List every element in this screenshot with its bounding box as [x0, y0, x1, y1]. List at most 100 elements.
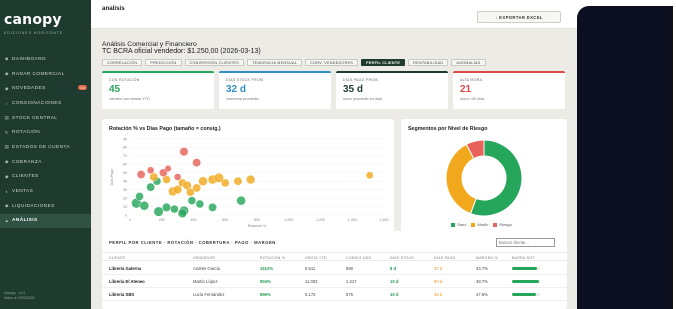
section-title: Análisis Comercial y Financiero [102, 41, 197, 48]
export-excel-button[interactable]: ↓ EXPORTAR EXCEL [477, 11, 561, 23]
sidebar-item-clientes[interactable]: ◆ CLIENTES [0, 170, 91, 185]
scatter-point-sano [195, 199, 205, 209]
cell-vendedor: Andrés García [193, 266, 220, 271]
rotation-bar [512, 267, 540, 270]
scatter-point-riesgo [164, 165, 172, 173]
sidebar-item-label: CLIENTES [12, 174, 39, 180]
legend-item-riesgo: Riesgo [493, 222, 512, 227]
column-header[interactable]: CLIENTE [109, 256, 126, 260]
cell-dias-stock: 10 d [390, 292, 399, 297]
kpi-description: mora promedio en días [343, 97, 383, 101]
sidebar-item-icon: ▤ [4, 115, 10, 121]
cell-dias-pago: 50 d [434, 279, 443, 284]
sidebar-item-novedades[interactable]: ◆ NOVEDADES 14 [0, 81, 91, 96]
table-row[interactable]: Librería Galerna Andrés García 1612% 9.511 5… [102, 262, 567, 275]
column-header[interactable]: DÍAS STOCK [390, 256, 414, 260]
sidebar-item-icon: ◆ [5, 56, 9, 62]
tab-prediccion[interactable]: PREDICCIÓN [145, 59, 182, 66]
sidebar-item-label: LIQUIDACIONES [12, 203, 55, 209]
scatter-point-sano [135, 192, 144, 201]
sidebar-item-label: NOVEDADES [12, 86, 46, 92]
cell-cliente: Librería SBS [109, 292, 135, 297]
scatter-point-sano [177, 208, 187, 218]
scatter-chart-card: Rotación % vs Días Pago (tamaño = consig… [102, 119, 394, 249]
column-header[interactable]: ROTACIÓN % [260, 256, 285, 260]
scatter-point-medio [198, 176, 208, 186]
sidebar-item-dashboard[interactable]: ◆ DASHBOARD [0, 52, 91, 67]
sidebar-item-estados-de-cuenta[interactable]: ▤ ESTADOS DE CUENTA [0, 140, 91, 155]
cell-consig-uds: 1.217 [346, 279, 357, 284]
tab-perfil-cliente[interactable]: PERFIL CLIENTE [361, 59, 406, 66]
kpi-card: DÍAS STOCK PROM. 32 d cobertura promedio [219, 71, 331, 109]
column-header[interactable]: VENTA YTD [305, 256, 327, 260]
sidebar-item-icon: ◆ [5, 85, 9, 91]
legend-label: Sano [457, 222, 467, 227]
kpi-label: DÍAS STOCK PROM. [226, 78, 265, 82]
tab-conversion-clientes[interactable]: CONVERSIÓN CLIENTES [184, 59, 245, 66]
cell-dias-pago: 37 d [434, 266, 443, 271]
kpi-label: CON ROTACIÓN [109, 78, 140, 82]
sidebar-item-cobranza[interactable]: ◆ COBRANZA [0, 155, 91, 170]
sidebar-item-icon: ◆ [5, 71, 9, 77]
sidebar-item-radar-comercial[interactable]: ◆ RADAR COMERCIAL [0, 67, 91, 82]
sidebar-footer: Canopy · v1.0 Datos al 13/03/2026 [4, 291, 34, 302]
column-header[interactable]: CONSIG UDS [346, 256, 371, 260]
sidebar-item-stock-central[interactable]: ▤ STOCK CENTRAL [0, 111, 91, 126]
donut-chart-card: Segmentos por Nivel de Riesgo Sano Medio R… [401, 119, 567, 249]
tab-anomalias[interactable]: ANOMALÍAS [451, 59, 486, 66]
sidebar-item-rotacion[interactable]: ↻ ROTACIÓN [0, 125, 91, 140]
sidebar-item-analisis[interactable]: ▲ ANÁLISIS [0, 213, 91, 229]
x-tick-label: 1,600 [380, 218, 389, 222]
kpi-description: mora >30 días [460, 97, 485, 101]
sidebar-item-ventas[interactable]: ◐ VENTAS [0, 184, 91, 199]
notification-badge: 14 [77, 85, 87, 91]
column-header[interactable]: VENDEDOR [193, 256, 215, 260]
x-tick-label: 1,200 [316, 218, 325, 222]
rotation-bar-fill [512, 293, 536, 296]
cell-cliente: Librería El Ateneo [109, 279, 145, 284]
y-tick-label: 50 [123, 171, 127, 175]
column-header[interactable]: MARGEN % [476, 256, 498, 260]
scatter-point-medio [149, 172, 159, 182]
cell-rotacion: 904% [260, 279, 271, 284]
y-axis-label: Días Pago [110, 169, 114, 186]
scatter-point-riesgo [173, 173, 182, 181]
cell-consig-uds: 575 [346, 292, 353, 297]
scatter-point-medio [221, 178, 230, 188]
tab-tendencia-mensual[interactable]: TENDENCIA MENSUAL [247, 59, 303, 66]
legend-label: Medio [477, 222, 489, 227]
column-header[interactable]: BARRA ROT. [512, 256, 536, 260]
cell-venta-ytd: 9.511 [305, 266, 316, 271]
kpi-row: CON ROTACIÓN 45 clientes con ventas YTD DÍA… [102, 71, 567, 109]
cell-dias-stock: 8 d [390, 266, 397, 271]
kpi-description: cobertura promedio [226, 97, 259, 101]
x-tick-label: 1,400 [348, 218, 357, 222]
x-tick-label: 200 [159, 218, 165, 222]
scatter-point-sano [153, 206, 164, 217]
scatter-point-sano [146, 182, 155, 192]
table-title: PERFIL POR CLIENTE · ROTACIÓN · COBERTUR… [109, 240, 276, 245]
sidebar-item-label: RADAR COMERCIAL [12, 71, 65, 77]
sidebar-item-consignaciones[interactable]: ○ CONSIGNACIONES [0, 96, 91, 111]
column-header[interactable]: DÍAS PAGO [434, 256, 456, 260]
cell-rotacion: 1612% [260, 266, 274, 271]
app-logo-subtitle: EDICIONES HORIZONTE [4, 31, 64, 35]
dark-panel [577, 6, 673, 309]
scatter-point-sano [170, 204, 179, 214]
cell-vendedor: Martín López [193, 279, 218, 284]
client-search-input[interactable] [496, 238, 555, 247]
tab-conv-vendedores[interactable]: CONV. VENDEDORES [305, 59, 359, 66]
sidebar-item-icon: ○ [5, 100, 9, 106]
kpi-label: DÍAS PAGO PROM. [343, 78, 379, 82]
table-row[interactable]: Librería El Ateneo Martín López 904% 11.002… [102, 275, 567, 288]
app-logo: canopy [4, 12, 62, 28]
table-row[interactable]: Librería SBS Lucía Fernández 896% 5.172 575 1… [102, 288, 567, 301]
cell-vendedor: Lucía Fernández [193, 292, 225, 297]
legend-swatch [493, 222, 498, 227]
sidebar-item-icon: ◆ [5, 203, 9, 209]
page-title: analisis [102, 5, 125, 12]
tab-rentabilidad[interactable]: RENTABILIDAD [408, 59, 449, 66]
scatter-point-sano [139, 201, 149, 211]
tab-correlacion[interactable]: CORRELACIÓN [102, 59, 143, 66]
sidebar-item-liquidaciones[interactable]: ◆ LIQUIDACIONES [0, 199, 91, 214]
